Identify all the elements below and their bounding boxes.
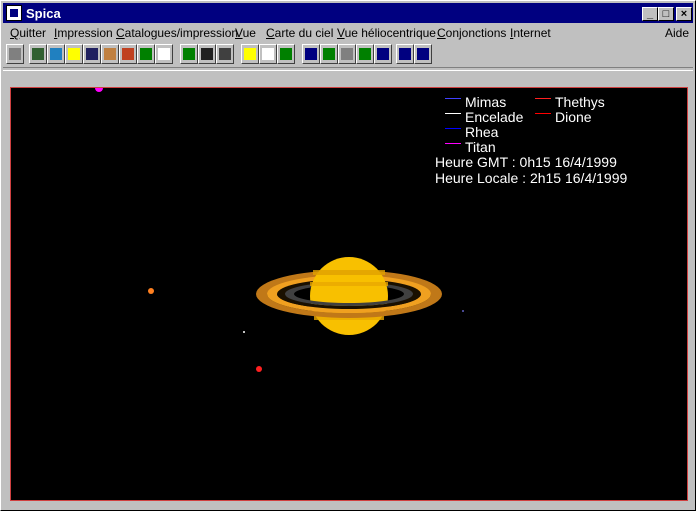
star-icon — [68, 48, 80, 60]
landscape-icon — [50, 48, 62, 60]
planet-icon — [122, 48, 134, 60]
tree-button[interactable] — [277, 44, 295, 64]
menu-catalogues[interactable]: Catalogues/impression — [116, 26, 238, 40]
menu-conjonctions[interactable]: Conjonctions — [437, 26, 506, 40]
menu-carte-du-ciel[interactable]: Carte du ciel — [266, 26, 333, 40]
legend-swatch-rhea — [445, 128, 461, 129]
landscape-button[interactable] — [47, 44, 65, 64]
fast-forward-button[interactable] — [414, 44, 432, 64]
sun-icon — [244, 48, 256, 60]
legend-swatch-dione — [535, 113, 551, 114]
prev-icon — [323, 48, 335, 60]
prev-button[interactable] — [320, 44, 338, 64]
title-bar: Spica _ □ × — [3, 3, 693, 23]
moon-dione — [256, 366, 262, 372]
app-icon[interactable] — [6, 5, 22, 21]
print-icon — [9, 48, 21, 60]
close-button[interactable]: × — [676, 7, 692, 21]
window-title: Spica — [26, 6, 61, 21]
app-window: Spica _ □ × Quitter Impression Catalogue… — [0, 0, 696, 511]
minimize-button[interactable]: _ — [642, 7, 658, 21]
last-button[interactable] — [374, 44, 392, 64]
last-icon — [377, 48, 389, 60]
legend-label-dione: Dione — [555, 109, 592, 125]
stop-button[interactable] — [338, 44, 356, 64]
menu-impression[interactable]: Impression — [54, 26, 113, 40]
fast-forward-icon — [417, 48, 429, 60]
saturn-icon — [104, 48, 116, 60]
night-sky-button[interactable] — [83, 44, 101, 64]
rewind-button[interactable] — [396, 44, 414, 64]
globe-green-button[interactable] — [180, 44, 198, 64]
legend-label-rhea: Rhea — [465, 124, 499, 140]
next-icon — [359, 48, 371, 60]
planet-button[interactable] — [119, 44, 137, 64]
first-icon — [305, 48, 317, 60]
legend-label-titan: Titan — [465, 139, 496, 155]
stop-icon — [341, 48, 353, 60]
toolbar-separator — [3, 67, 693, 71]
moon-orange — [148, 288, 154, 294]
saturn-planet — [256, 257, 442, 335]
gmt-time: Heure GMT : 0h15 16/4/1999 — [435, 154, 617, 170]
starfield-icon — [201, 48, 213, 60]
chart-button[interactable] — [137, 44, 155, 64]
maximize-button[interactable]: □ — [658, 7, 674, 21]
moon-encelade — [243, 331, 245, 333]
next-button[interactable] — [356, 44, 374, 64]
night-sky-icon — [86, 48, 98, 60]
menu-vue[interactable]: Vue — [235, 26, 256, 40]
globe-icon — [32, 48, 44, 60]
globe-button[interactable] — [29, 44, 47, 64]
legend-swatch-encelade — [445, 113, 461, 114]
camera-icon — [262, 48, 274, 60]
chart-icon — [140, 48, 152, 60]
globe-green-icon — [183, 48, 195, 60]
starfield-button[interactable] — [198, 44, 216, 64]
legend-swatch-mimas — [445, 98, 461, 99]
legend-label-mimas: Mimas — [465, 94, 507, 110]
menu-aide[interactable]: Aide — [665, 26, 689, 40]
moon-mimas — [462, 310, 464, 312]
rewind-icon — [399, 48, 411, 60]
legend-swatch-thethys — [535, 98, 551, 99]
star-button[interactable] — [65, 44, 83, 64]
legend-label-encelade: Encelade — [465, 109, 524, 125]
moon-titan — [95, 88, 103, 92]
menu-quitter[interactable]: Quitter — [10, 26, 46, 40]
sun-button[interactable] — [241, 44, 259, 64]
menu-bar: Quitter Impression Catalogues/impression… — [3, 24, 693, 42]
list-icon — [158, 48, 170, 60]
local-time: Heure Locale : 2h15 16/4/1999 — [435, 170, 628, 186]
curve-button[interactable] — [216, 44, 234, 64]
menu-vue-heliocentrique[interactable]: Vue héliocentrique — [337, 26, 436, 40]
camera-button[interactable] — [259, 44, 277, 64]
saturn-view-canvas[interactable]: Mimas Encelade Rhea Titan Thethys Dione … — [10, 87, 688, 501]
legend-swatch-titan — [445, 143, 461, 144]
saturn-button[interactable] — [101, 44, 119, 64]
print-button[interactable] — [6, 44, 24, 64]
first-button[interactable] — [302, 44, 320, 64]
curve-icon — [219, 48, 231, 60]
tree-icon — [280, 48, 292, 60]
legend-label-thethys: Thethys — [555, 94, 605, 110]
list-button[interactable] — [155, 44, 173, 64]
menu-internet[interactable]: Internet — [510, 26, 551, 40]
